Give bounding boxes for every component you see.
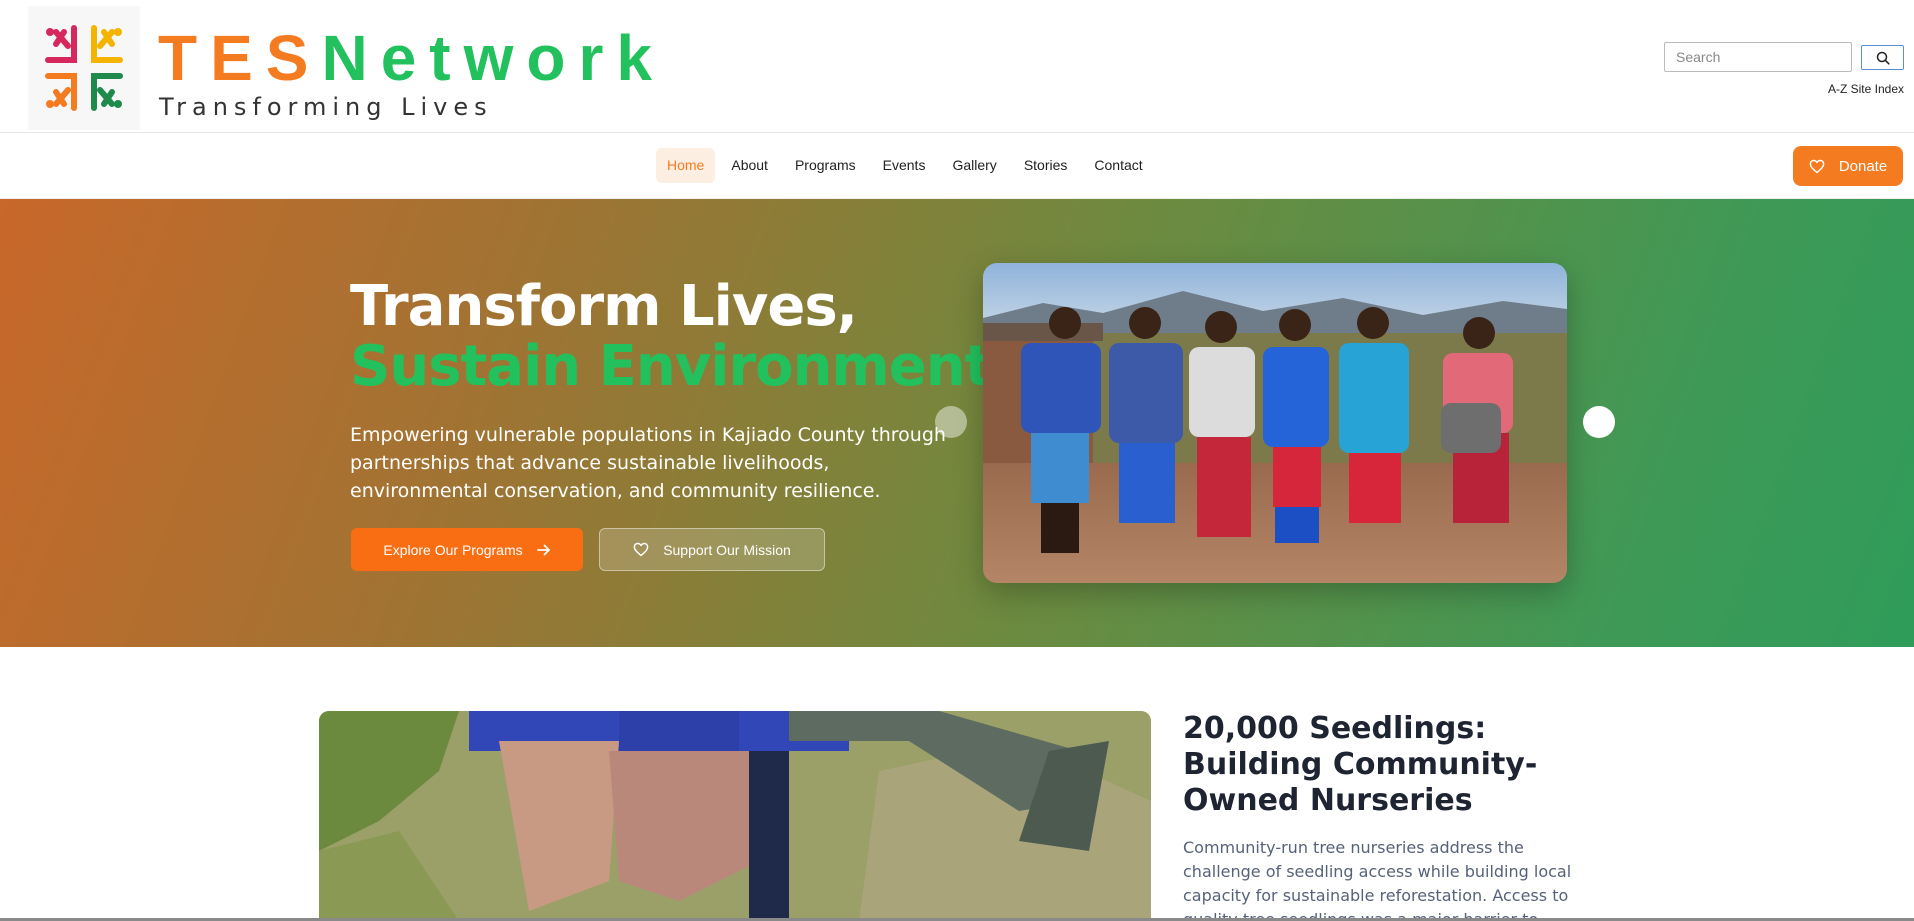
logo-icon [45, 25, 123, 111]
nav-item-contact[interactable]: Contact [1083, 148, 1153, 183]
nav-items: Home About Programs Events Gallery Stori… [656, 148, 1159, 183]
women-group-photo [983, 263, 1567, 583]
hero-title: Transform Lives, Sustain Environment [350, 274, 991, 399]
support-mission-label: Support Our Mission [663, 541, 791, 558]
az-site-index-link[interactable]: A-Z Site Index [1828, 82, 1904, 96]
carousel-prev-button[interactable] [935, 406, 967, 438]
hero-title-line2: Sustain Environment [350, 334, 991, 399]
search-icon [1876, 51, 1890, 65]
explore-programs-label: Explore Our Programs [383, 541, 523, 558]
site-header: TESNetwork Transforming Lives A-Z Site I… [0, 0, 1914, 133]
nav-item-events[interactable]: Events [872, 148, 937, 183]
nav-item-about[interactable]: About [720, 148, 779, 183]
seedling-planting-photo [319, 711, 1151, 921]
nav-item-gallery[interactable]: Gallery [941, 148, 1007, 183]
brand-part-network: Network [321, 22, 665, 94]
donate-button[interactable]: Donate [1793, 146, 1903, 186]
carousel-next-button[interactable] [1583, 406, 1615, 438]
nav-item-programs[interactable]: Programs [784, 148, 867, 183]
logo[interactable] [28, 6, 140, 130]
explore-programs-button[interactable]: Explore Our Programs [351, 528, 583, 571]
story-text: Community-run tree nurseries address the… [1183, 838, 1572, 921]
story-image [319, 711, 1151, 921]
donate-label: Donate [1838, 157, 1888, 175]
hero-section: Transform Lives, Sustain Environment Emp… [0, 199, 1914, 647]
heart-icon [633, 542, 649, 557]
support-mission-button[interactable]: Support Our Mission [599, 528, 825, 571]
brand-tagline: Transforming Lives [159, 93, 493, 121]
search-input[interactable] [1664, 42, 1852, 72]
main-nav: Home About Programs Events Gallery Stori… [0, 134, 1914, 199]
hero-carousel-image [983, 263, 1567, 583]
brand-name[interactable]: TESNetwork [158, 22, 665, 94]
nav-item-stories[interactable]: Stories [1013, 148, 1079, 183]
hero-description: Empowering vulnerable populations in Kaj… [350, 424, 946, 502]
brand-part-tes: TES [158, 22, 322, 94]
arrow-right-icon [536, 544, 550, 555]
nav-item-home[interactable]: Home [656, 148, 716, 183]
search-button[interactable] [1861, 45, 1904, 70]
story-title[interactable]: 20,000 Seedlings: Building Community-Own… [1183, 711, 1603, 819]
heart-icon [1809, 159, 1825, 173]
hero-title-line1: Transform Lives, [350, 274, 858, 339]
